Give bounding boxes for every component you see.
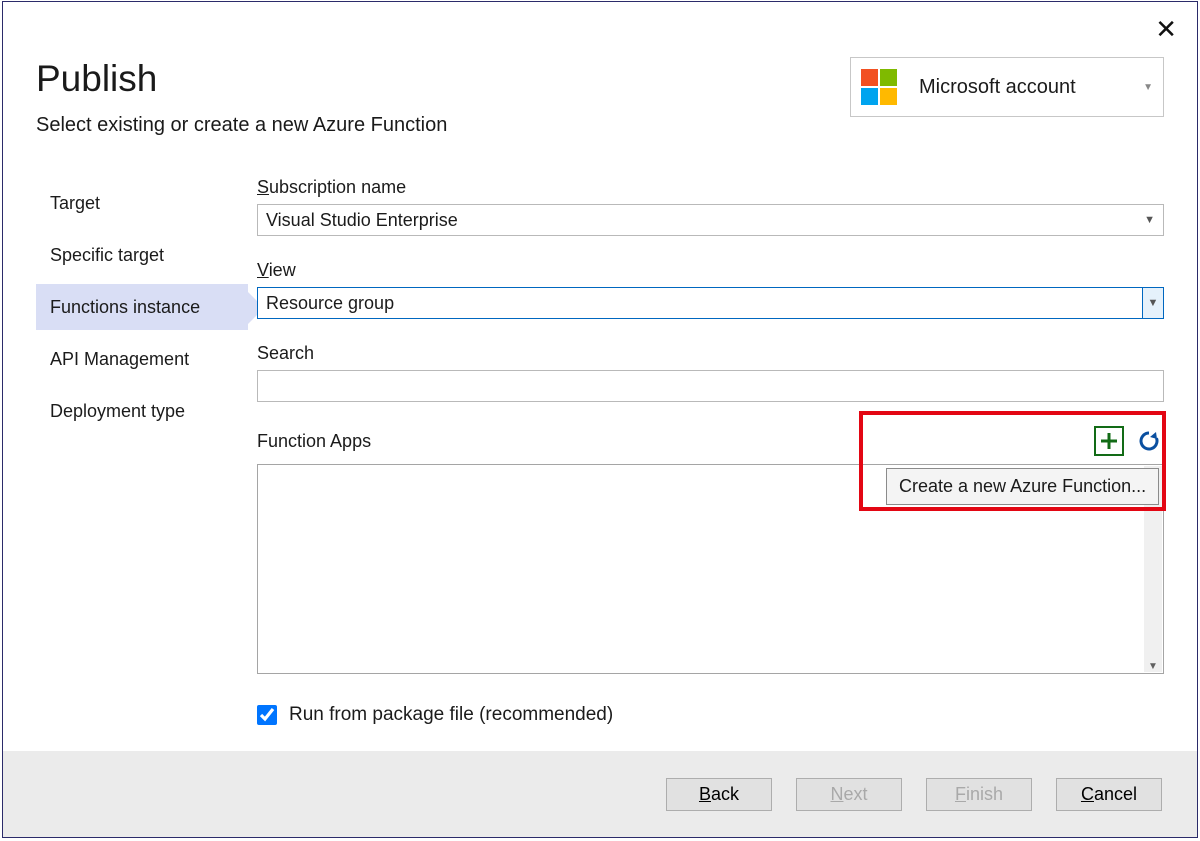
- function-apps-label: Function Apps: [257, 431, 1094, 452]
- nav-functions-instance[interactable]: Functions instance: [36, 284, 248, 330]
- page-title: Publish: [36, 58, 157, 100]
- page-subtitle: Select existing or create a new Azure Fu…: [36, 114, 447, 137]
- run-from-package-label: Run from package file (recommended): [289, 704, 613, 726]
- back-button[interactable]: Back: [666, 778, 772, 811]
- cancel-button[interactable]: Cancel: [1056, 778, 1162, 811]
- subscription-value: Visual Studio Enterprise: [266, 210, 458, 231]
- microsoft-logo-icon: [861, 69, 897, 105]
- view-value: Resource group: [266, 293, 394, 314]
- next-button: Next: [796, 778, 902, 811]
- form-area: Subscription name Visual Studio Enterpri…: [257, 177, 1164, 726]
- chevron-down-icon: ▼: [1144, 214, 1155, 226]
- publish-dialog: ✕ Microsoft account ▼ Publish Select exi…: [2, 1, 1198, 838]
- nav-specific-target[interactable]: Specific target: [36, 232, 248, 278]
- subscription-select[interactable]: Visual Studio Enterprise ▼: [257, 204, 1164, 236]
- view-label: View: [257, 260, 1164, 281]
- refresh-icon: [1138, 430, 1160, 452]
- subscription-label: Subscription name: [257, 177, 1164, 198]
- scroll-down-icon[interactable]: ▼: [1148, 661, 1158, 672]
- search-input[interactable]: [257, 370, 1164, 402]
- view-select[interactable]: Resource group ▼: [257, 287, 1164, 319]
- chevron-down-icon: ▼: [1148, 297, 1159, 309]
- plus-icon: [1099, 431, 1119, 451]
- wizard-nav: Target Specific target Functions instanc…: [36, 180, 248, 440]
- run-from-package-checkbox[interactable]: [257, 705, 277, 725]
- nav-deployment-type[interactable]: Deployment type: [36, 388, 248, 434]
- nav-target[interactable]: Target: [36, 180, 248, 226]
- nav-api-management[interactable]: API Management: [36, 336, 248, 382]
- account-label: Microsoft account: [919, 76, 1143, 99]
- chevron-down-icon: ▼: [1143, 82, 1153, 93]
- create-new-tooltip: Create a new Azure Function...: [886, 468, 1159, 505]
- create-new-button[interactable]: [1094, 426, 1124, 456]
- button-bar: Back Next Finish Cancel: [3, 751, 1197, 837]
- close-icon[interactable]: ✕: [1155, 16, 1177, 42]
- refresh-button[interactable]: [1134, 426, 1164, 456]
- account-dropdown[interactable]: Microsoft account ▼: [850, 57, 1164, 117]
- finish-button: Finish: [926, 778, 1032, 811]
- search-label: Search: [257, 343, 1164, 364]
